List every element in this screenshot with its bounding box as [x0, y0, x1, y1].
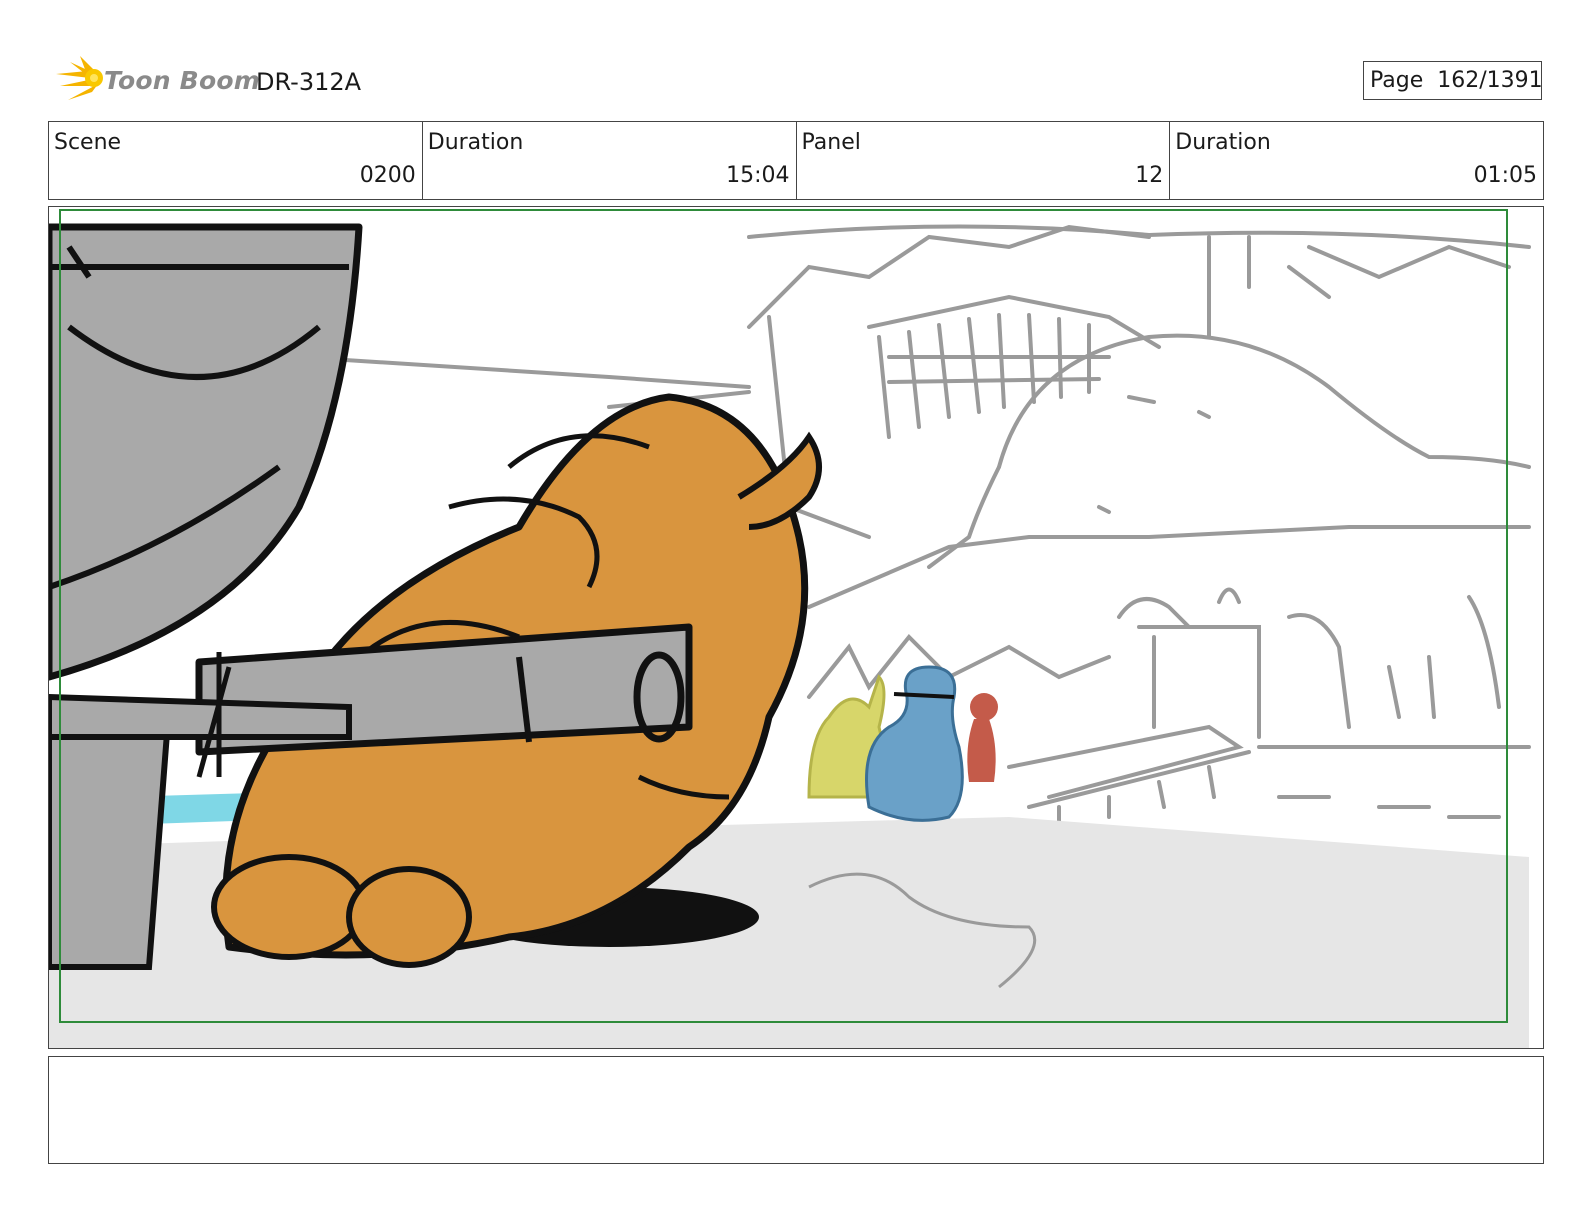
logo-wordmark: Toon Boom [104, 66, 260, 95]
panel-duration-label: Duration [1175, 130, 1271, 155]
panel-label: Panel [801, 130, 861, 155]
document-id: DR-312A [256, 68, 362, 96]
scene-value: 0200 [359, 163, 416, 188]
page-label: Page [1370, 68, 1424, 93]
panel-cell: Panel 12 [797, 122, 1171, 199]
scene-duration-cell: Duration 15:04 [423, 122, 797, 199]
scene-label: Scene [54, 130, 122, 155]
panel-duration-cell: Duration 01:05 [1170, 122, 1543, 199]
storyboard-panel [48, 206, 1544, 1049]
scene-duration-value: 15:04 [726, 163, 790, 188]
scene-info-row: Scene 0200 Duration 15:04 Panel 12 Durat… [48, 121, 1544, 200]
scene-cell: Scene 0200 [49, 122, 423, 199]
scene-duration-label: Duration [427, 130, 524, 155]
page-indicator: Page 162/1391 [1363, 61, 1543, 100]
storyboard-drawing [49, 209, 1531, 1048]
red-character [967, 693, 998, 782]
page-number: 162/1391 [1437, 68, 1543, 93]
panel-value: 12 [1135, 163, 1164, 188]
panel-notes-box [48, 1056, 1544, 1164]
panel-duration-value: 01:05 [1473, 163, 1537, 188]
